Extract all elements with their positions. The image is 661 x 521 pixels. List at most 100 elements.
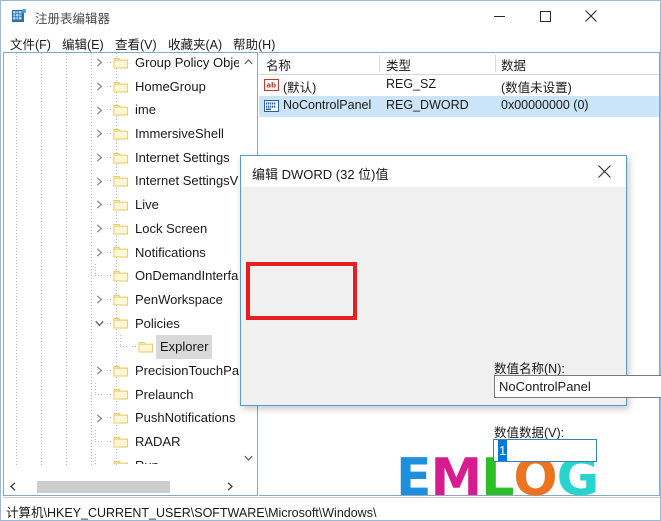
- chevron-right-icon[interactable]: [91, 288, 107, 312]
- tree-connector: [95, 275, 103, 277]
- tree-item-label: OnDemandInterfa: [135, 268, 239, 284]
- minimize-button[interactable]: [476, 1, 522, 31]
- scroll-right-icon[interactable]: [221, 478, 238, 495]
- folder-icon: [113, 454, 130, 464]
- tree-item-lock-screen[interactable]: Lock Screen: [4, 217, 242, 241]
- close-icon[interactable]: [568, 1, 614, 31]
- tree-item-run[interactable]: Run: [4, 453, 242, 464]
- tree-item-label: ime: [135, 102, 156, 118]
- folder-icon: [113, 98, 130, 122]
- dialog-titlebar: 编辑 DWORD (32 位)值: [241, 156, 626, 187]
- chevron-right-icon[interactable]: [91, 169, 107, 193]
- tree-item-explorer[interactable]: Explorer: [4, 335, 242, 359]
- maximize-button[interactable]: [522, 1, 568, 31]
- value-type: REG_SZ: [386, 77, 437, 91]
- table-row[interactable]: ab (默认) REG_SZ (数值未设置): [259, 75, 659, 96]
- tree-item-group-policy-obje[interactable]: Group Policy Obje: [4, 53, 242, 75]
- tree-horizontal-scrollbar[interactable]: [4, 477, 257, 495]
- folder-icon: [113, 264, 130, 288]
- column-divider[interactable]: [379, 55, 380, 72]
- folder-icon: [113, 122, 130, 146]
- menu-edit[interactable]: 编辑(E): [62, 34, 104, 53]
- folder-icon: [113, 241, 130, 265]
- column-header-type[interactable]: 类型: [386, 55, 411, 74]
- tree-item-prelaunch[interactable]: Prelaunch: [4, 382, 242, 407]
- value-type: REG_DWORD: [386, 98, 469, 112]
- tree-item-policies[interactable]: Policies: [4, 312, 242, 336]
- chevron-down-icon[interactable]: [91, 312, 107, 336]
- tree-item-label: Lock Screen: [135, 220, 208, 236]
- tree-item-ime[interactable]: ime: [4, 98, 242, 122]
- table-row[interactable]: NoControlPanel REG_DWORD 0x00000000 (0): [259, 96, 659, 117]
- registry-editor-screenshot: 注册表编辑器 文件(F) 编辑(E) 查看(V) 收藏夹(A) 帮助(H) Gr…: [0, 0, 661, 521]
- tree-item-label: Internet SettingsV: [135, 173, 239, 189]
- chevron-right-icon[interactable]: [91, 53, 107, 75]
- chevron-right-icon[interactable]: [91, 75, 107, 99]
- chevron-right-icon[interactable]: [91, 217, 107, 241]
- tree-connector: [95, 264, 96, 277]
- tree-item-radar[interactable]: RADAR: [4, 430, 242, 454]
- value-data-input[interactable]: 1: [493, 439, 597, 462]
- dialog-close-icon[interactable]: [582, 156, 626, 187]
- value-name-input[interactable]: NoControlPanel: [494, 375, 661, 398]
- menu-help[interactable]: 帮助(H): [233, 34, 275, 53]
- tree-connector: [95, 453, 96, 464]
- tree-item-label: Live: [135, 197, 159, 213]
- tree-item-label: ImmersiveShell: [135, 126, 224, 142]
- tree-connector: [95, 393, 103, 395]
- folder-icon: [113, 359, 130, 383]
- chevron-right-icon[interactable]: [91, 146, 107, 170]
- column-header-data[interactable]: 数据: [501, 55, 526, 74]
- tree-item-label: Run: [135, 454, 159, 464]
- folder-icon: [113, 383, 130, 407]
- scrollbar-thumb[interactable]: [37, 481, 170, 493]
- tree-item-live[interactable]: Live: [4, 193, 242, 217]
- registry-tree-pane: Group Policy Obje HomeGroup ime ImmersiveSh…: [3, 52, 258, 496]
- tree-item-penworkspace[interactable]: PenWorkspace: [4, 288, 242, 312]
- value-name: NoControlPanel: [283, 98, 372, 112]
- menu-view[interactable]: 查看(V): [115, 34, 157, 53]
- scroll-up-icon[interactable]: [240, 53, 257, 70]
- tree-item-internet-settings[interactable]: Internet Settings: [4, 146, 242, 170]
- column-header-name[interactable]: 名称: [266, 55, 291, 74]
- folder-icon: [113, 406, 130, 430]
- tree-item-label: RADAR: [135, 434, 181, 449]
- edit-dword-dialog: 编辑 DWORD (32 位)值 数值名称(N): NoControlPanel…: [240, 155, 661, 462]
- registry-editor-icon: [11, 8, 27, 24]
- chevron-right-icon[interactable]: [91, 122, 107, 146]
- menu-favorites[interactable]: 收藏夹(A): [168, 34, 222, 53]
- dialog-title: 编辑 DWORD (32 位)值: [252, 167, 389, 182]
- menu-file[interactable]: 文件(F): [10, 34, 51, 53]
- folder-icon: [113, 193, 130, 217]
- tree-item-immersiveshell[interactable]: ImmersiveShell: [4, 122, 242, 146]
- tree-item-precisiontouchpa[interactable]: PrecisionTouchPa: [4, 359, 242, 383]
- chevron-right-icon[interactable]: [91, 98, 107, 122]
- tree-item-label: Policies: [135, 315, 180, 331]
- svg-text:ab: ab: [266, 81, 276, 90]
- tree-item-homegroup[interactable]: HomeGroup: [4, 75, 242, 99]
- tree-connector: [95, 430, 96, 442]
- scroll-down-icon[interactable]: [240, 449, 257, 466]
- chevron-right-icon[interactable]: [91, 406, 107, 430]
- folder-icon: [113, 288, 130, 312]
- registry-tree[interactable]: Group Policy Obje HomeGroup ime ImmersiveSh…: [4, 53, 242, 464]
- folder-icon: [113, 312, 130, 336]
- chevron-right-icon[interactable]: [91, 241, 107, 265]
- window-titlebar: 注册表编辑器: [1, 1, 660, 31]
- tree-item-pushnotifications[interactable]: PushNotifications: [4, 406, 242, 430]
- tree-item-notifications[interactable]: Notifications: [4, 241, 242, 265]
- tree-item-ondemandinterfa[interactable]: OnDemandInterfa: [4, 264, 242, 288]
- folder-icon: [113, 53, 130, 75]
- folder-icon: [113, 146, 130, 170]
- folder-icon: [113, 430, 130, 454]
- folder-icon: [138, 335, 155, 359]
- folder-icon: [113, 217, 130, 241]
- scroll-left-icon[interactable]: [4, 478, 21, 495]
- emlog-letter: M: [430, 448, 483, 508]
- tree-item-internet-settingsv[interactable]: Internet SettingsV: [4, 169, 242, 193]
- column-divider[interactable]: [495, 55, 496, 72]
- tree-connector: [95, 382, 96, 395]
- chevron-right-icon[interactable]: [91, 359, 107, 383]
- chevron-right-icon[interactable]: [91, 193, 107, 217]
- tree-item-label: PenWorkspace: [135, 291, 223, 307]
